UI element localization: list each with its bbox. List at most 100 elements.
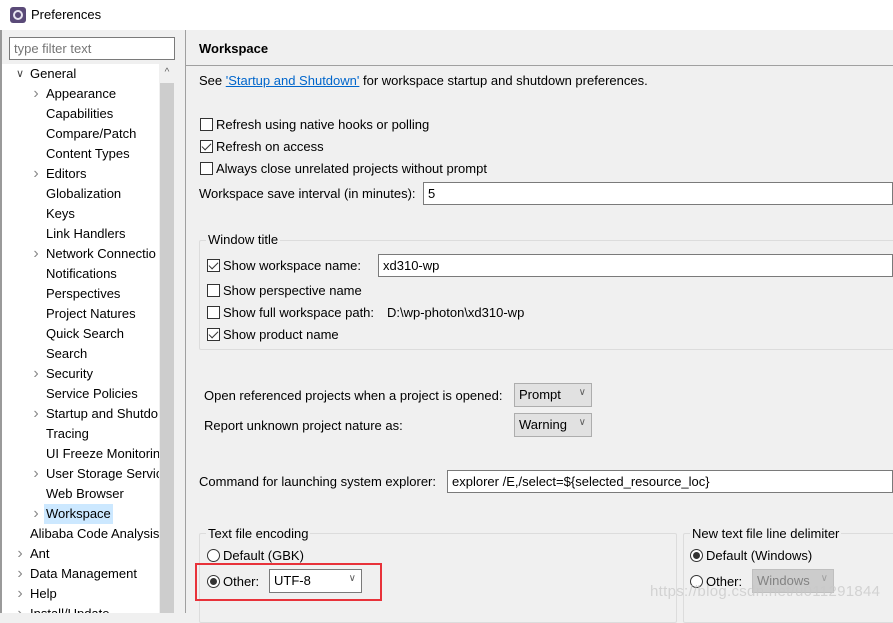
intro-text: See 'Startup and Shutdown' for workspace…: [199, 73, 648, 88]
tree-item[interactable]: Notifications: [2, 264, 159, 284]
chevron-right-icon[interactable]: ›: [30, 504, 42, 524]
always-close-checkbox[interactable]: [200, 162, 213, 175]
chevron-down-icon: ∨: [578, 387, 586, 398]
tree-item[interactable]: Content Types: [2, 144, 159, 164]
show-perspective-name-label: Show perspective name: [223, 283, 362, 298]
tree-item-label: Search: [46, 346, 88, 361]
encoding-default-radio[interactable]: [207, 549, 220, 562]
refresh-native-checkbox[interactable]: [200, 118, 213, 131]
report-unknown-label: Report unknown project nature as:: [204, 418, 403, 433]
chevron-right-icon[interactable]: ›: [14, 564, 26, 584]
tree-item-label: Security: [46, 366, 93, 381]
open-referenced-select[interactable]: Prompt ∨: [514, 383, 592, 407]
window-title: Preferences: [31, 7, 102, 22]
tree-item-label: Data Management: [30, 566, 137, 581]
title-bar: Preferences: [0, 0, 893, 30]
tree-item-label: Appearance: [46, 86, 117, 101]
chevron-right-icon[interactable]: ›: [30, 364, 42, 384]
tree-item[interactable]: Capabilities: [2, 104, 159, 124]
tree-item[interactable]: Link Handlers: [2, 224, 159, 244]
chevron-right-icon[interactable]: ›: [30, 84, 42, 104]
refresh-access-checkbox[interactable]: [200, 140, 213, 153]
tree-item-label: UI Freeze Monitorin: [46, 446, 159, 461]
show-full-path-label: Show full workspace path:: [223, 305, 375, 320]
show-workspace-name-checkbox[interactable]: [207, 259, 220, 272]
delimiter-default-radio[interactable]: [690, 549, 703, 562]
tree-item[interactable]: › Editors: [2, 164, 159, 184]
tree-item[interactable]: Service Policies: [2, 384, 159, 404]
show-perspective-name-checkbox[interactable]: [207, 284, 220, 297]
show-product-name-checkbox[interactable]: [207, 328, 220, 341]
chevron-down-icon: ∨: [578, 417, 586, 428]
startup-shutdown-link[interactable]: 'Startup and Shutdown': [226, 73, 360, 88]
tree-scrollbar[interactable]: ^: [159, 64, 175, 613]
refresh-native-label: Refresh using native hooks or polling: [216, 117, 430, 132]
chevron-right-icon[interactable]: ›: [30, 404, 42, 424]
tree-item[interactable]: › Ant: [2, 544, 159, 564]
explorer-command-input[interactable]: explorer /E,/select=${selected_resource_…: [447, 470, 893, 493]
chevron-down-icon[interactable]: ∨: [14, 64, 26, 84]
full-path-value: D:\wp-photon\xd310-wp: [387, 305, 525, 320]
chevron-right-icon[interactable]: ›: [14, 584, 26, 604]
report-unknown-select[interactable]: Warning ∨: [514, 413, 592, 437]
page-header: Workspace: [186, 30, 893, 66]
chevron-right-icon[interactable]: ›: [30, 164, 42, 184]
tree-item-label: Install/Update: [28, 604, 112, 613]
tree-item-label: Web Browser: [46, 486, 124, 501]
tree-item[interactable]: Project Natures: [2, 304, 159, 324]
tree-item-label: Keys: [46, 206, 75, 221]
tree-item[interactable]: › Security: [2, 364, 159, 384]
tree-item[interactable]: › Data Management: [2, 564, 159, 584]
tree-item[interactable]: › Startup and Shutdo: [2, 404, 159, 424]
intro-prefix: See: [199, 73, 226, 88]
tree-item[interactable]: UI Freeze Monitorin: [2, 444, 159, 464]
intro-suffix: for workspace startup and shutdown prefe…: [359, 73, 648, 88]
tree-item[interactable]: › Help: [2, 584, 159, 604]
tree-item[interactable]: Compare/Patch: [2, 124, 159, 144]
always-close-label: Always close unrelated projects without …: [216, 161, 487, 176]
tree-item[interactable]: › User Storage Servic: [2, 464, 159, 484]
window-title-legend: Window title: [206, 232, 281, 247]
chevron-right-icon[interactable]: ›: [30, 464, 42, 484]
tree-item[interactable]: Quick Search: [2, 324, 159, 344]
workspace-name-input[interactable]: xd310-wp: [378, 254, 893, 277]
chevron-right-icon[interactable]: ›: [14, 604, 26, 613]
panel-sash[interactable]: [185, 30, 186, 613]
chevron-right-icon[interactable]: ›: [14, 544, 26, 564]
annotation-highlight-box: [195, 563, 382, 601]
delimiter-default-label: Default (Windows): [706, 548, 813, 563]
tree-item[interactable]: › Appearance: [2, 84, 159, 104]
tree-item[interactable]: Web Browser: [2, 484, 159, 504]
tree-item[interactable]: Keys: [2, 204, 159, 224]
show-product-name-label: Show product name: [223, 327, 339, 342]
show-workspace-name-label: Show workspace name:: [223, 258, 362, 273]
tree-item[interactable]: Tracing: [2, 424, 159, 444]
tree-item-label: Service Policies: [46, 386, 138, 401]
tree-item-label: Network Connectio: [46, 246, 156, 261]
save-interval-input[interactable]: 5: [423, 182, 893, 205]
tree-item[interactable]: Perspectives: [2, 284, 159, 304]
tree-item-label: Ant: [30, 546, 50, 561]
tree-item[interactable]: ›Install/Update: [2, 604, 159, 613]
show-full-path-checkbox[interactable]: [207, 306, 220, 319]
eclipse-gear-icon: [10, 7, 26, 23]
page-title: Workspace: [199, 41, 269, 56]
chevron-right-icon[interactable]: ›: [30, 244, 42, 264]
report-unknown-value: Warning: [519, 417, 567, 432]
tree-item[interactable]: Globalization: [2, 184, 159, 204]
filter-input[interactable]: [9, 37, 175, 60]
tree-item-label: Help: [30, 586, 57, 601]
tree-item[interactable]: Alibaba Code Analysis: [2, 524, 159, 544]
tree-item[interactable]: › Network Connectio: [2, 244, 159, 264]
open-referenced-label: Open referenced projects when a project …: [204, 388, 503, 403]
scroll-up-icon[interactable]: ^: [159, 64, 175, 81]
preference-tree[interactable]: ∨ General › Appearance Capabilities Compare/P…: [2, 64, 159, 613]
tree-item-label: Perspectives: [46, 286, 121, 301]
tree-item[interactable]: › Workspace: [2, 504, 159, 524]
tree-item[interactable]: Search: [2, 344, 159, 364]
tree-item[interactable]: ∨ General: [2, 64, 159, 84]
tree-item-label: Project Natures: [46, 306, 136, 321]
tree-item-label: Workspace: [44, 504, 113, 524]
open-referenced-value: Prompt: [519, 387, 561, 402]
scroll-thumb[interactable]: [160, 83, 174, 613]
